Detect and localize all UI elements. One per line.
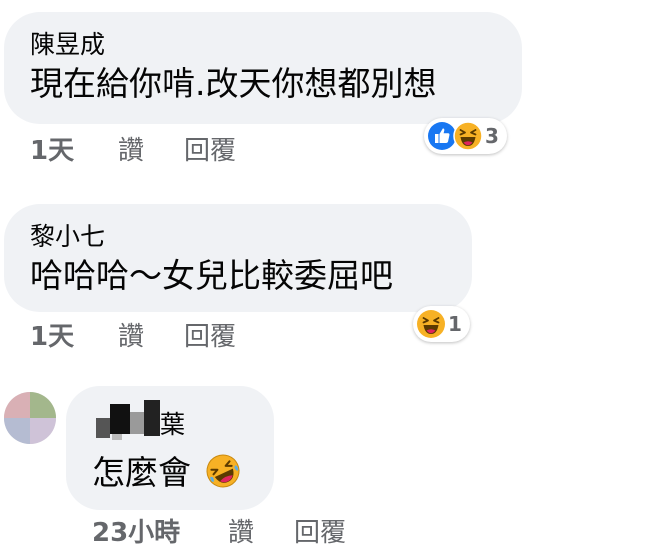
comment-time[interactable]: 1天 [30,136,74,166]
reaction-count: 1 [448,312,462,336]
comment-author[interactable]: 黎小七 [30,222,105,252]
avatar-pixel [4,418,30,444]
avatar-pixel [30,418,56,444]
avatar[interactable] [4,392,56,444]
reply-link[interactable]: 回覆 [184,322,236,352]
comment-author[interactable]: 葉 [160,410,185,440]
haha-reaction-icon [417,310,445,338]
comment-text: 現在給你啃.改天你想都別想 [30,64,437,103]
reactions-summary[interactable]: 1 [413,306,470,342]
comment-author[interactable]: 陳昱成 [30,30,105,60]
like-link[interactable]: 讚 [228,518,254,548]
comment-meta: 1天 讚 回覆 [30,136,330,166]
comment-text: 怎麼會 [92,452,242,493]
haha-reaction-icon [453,121,483,151]
like-link[interactable]: 讚 [118,322,144,352]
reaction-count: 3 [485,124,499,148]
avatar-pixel [30,392,56,418]
comment-time[interactable]: 23小時 [92,518,180,548]
rolling-on-floor-laughing-icon [206,454,239,488]
reactions-summary[interactable]: 3 [424,118,507,154]
reply-link[interactable]: 回覆 [184,136,236,166]
comment-time[interactable]: 1天 [30,322,74,352]
reply-link[interactable]: 回覆 [294,518,346,548]
avatar-pixel [4,392,30,418]
comment-meta: 23小時 讚 回覆 [92,518,392,548]
like-link[interactable]: 讚 [118,136,144,166]
comment-text-content: 怎麼會 [92,453,191,492]
comment-meta: 1天 讚 回覆 [30,322,330,352]
blurred-author-name [92,400,164,440]
comment-text: 哈哈哈～女兒比較委屈吧 [30,256,393,295]
